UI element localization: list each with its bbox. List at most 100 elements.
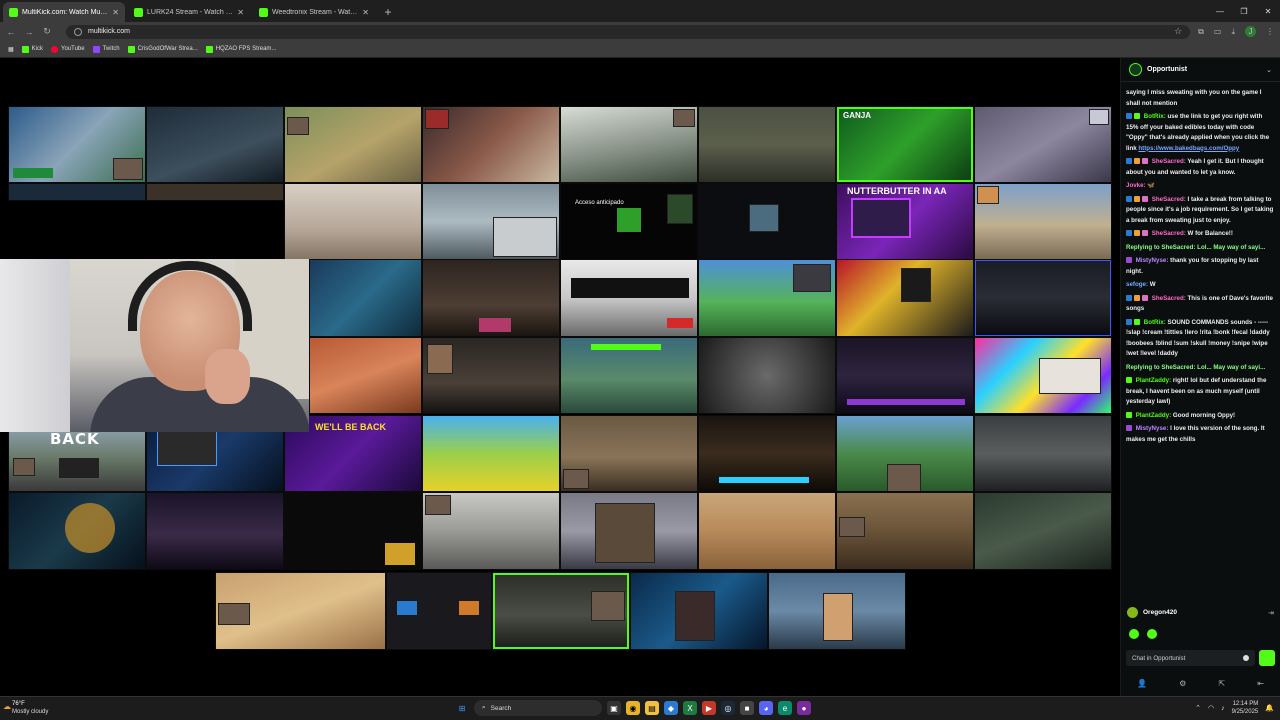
chat-username[interactable]: SheSacred: [1152, 158, 1186, 165]
stream-tile[interactable] [698, 259, 836, 337]
chat-username[interactable]: SheSacred: [1152, 230, 1186, 237]
tab-lurk24[interactable]: LURK24 Stream - Watch Live on ✕ [128, 2, 250, 22]
minimize-icon[interactable]: — [1208, 0, 1232, 22]
stream-tile[interactable] [284, 106, 422, 183]
close-tab-icon[interactable]: ✕ [362, 8, 369, 17]
task-view-icon[interactable]: ▣ [607, 701, 621, 715]
stream-tile[interactable] [560, 337, 698, 414]
chat-username[interactable]: BotRix: [1144, 319, 1166, 326]
stream-tile[interactable] [560, 259, 698, 337]
stream-tile[interactable] [836, 259, 974, 337]
stream-tile[interactable] [492, 572, 630, 650]
file-explorer-icon[interactable]: ▤ [645, 701, 659, 715]
stream-tile[interactable] [836, 415, 974, 492]
chat-username[interactable]: MistyNyse: [1136, 257, 1169, 264]
steam-icon[interactable]: ◎ [721, 701, 735, 715]
stream-tile[interactable] [284, 492, 422, 570]
chat-username[interactable]: BotRix: [1144, 113, 1166, 120]
app-icon[interactable]: ■ [740, 701, 754, 715]
speaker-icon[interactable]: ♪ [1221, 705, 1225, 712]
user-avatar[interactable] [1127, 607, 1138, 618]
bookmark-hqzao[interactable]: HQZAO FPS Stream... [205, 45, 276, 53]
stream-tile[interactable] [422, 415, 560, 492]
bookmark-star-icon[interactable]: ☆ [1174, 26, 1182, 37]
download-icon[interactable]: ⤓ [1231, 27, 1235, 37]
notification-bell-icon[interactable]: 🔔 [1265, 704, 1274, 712]
send-button[interactable] [1259, 650, 1275, 666]
stream-tile[interactable] [974, 106, 1112, 183]
stream-tile[interactable] [974, 259, 1112, 337]
store-icon[interactable]: ◆ [664, 701, 678, 715]
stream-tile[interactable] [422, 106, 560, 183]
tab-weedtronix[interactable]: Weedtronix Stream - Watch Live ✕ [253, 2, 375, 22]
chevron-up-icon[interactable]: ⌃ [1195, 704, 1201, 712]
chat-username[interactable]: Jovke: [1126, 182, 1146, 189]
extensions-icon[interactable]: ⧉ [1198, 27, 1204, 37]
forward-arrow-icon[interactable]: → [24, 27, 34, 37]
sidebar-icon[interactable]: ▭ [1214, 27, 1222, 36]
media-player-icon[interactable]: ▶ [702, 701, 716, 715]
new-tab-button[interactable]: + [379, 3, 397, 21]
weather-cloud-icon[interactable]: ☁ [3, 702, 11, 711]
channel-avatar[interactable] [1129, 63, 1142, 76]
gear-icon[interactable]: ⚙ [1179, 679, 1186, 688]
stream-tile[interactable] [146, 492, 284, 570]
bookmark-kick[interactable]: Kick [21, 45, 43, 53]
stream-tile[interactable] [974, 492, 1112, 570]
stream-tile[interactable] [146, 106, 284, 183]
chat-username[interactable]: PlantZaddy: [1136, 412, 1171, 419]
stream-tile[interactable] [8, 183, 146, 201]
stream-tile[interactable] [974, 337, 1112, 414]
bookmark-twitch[interactable]: Twitch [92, 45, 120, 53]
apps-grid-icon[interactable]: ▦ [8, 46, 14, 53]
stream-tile[interactable] [974, 415, 1112, 492]
stream-tile[interactable] [8, 106, 146, 183]
chat-username[interactable]: SheSacred: [1152, 196, 1186, 203]
reload-icon[interactable]: ↻ [42, 26, 52, 37]
stream-tile[interactable] [8, 492, 146, 570]
stream-tile[interactable] [698, 183, 836, 260]
site-info-icon[interactable] [74, 27, 82, 36]
taskbar-search[interactable]: ⌕ Search [474, 700, 602, 716]
stream-tile[interactable]: NUTTERBUTTER IN AA [836, 183, 974, 260]
stream-tile[interactable] [630, 572, 768, 650]
excel-icon[interactable]: X [683, 701, 697, 715]
stream-tile[interactable] [974, 183, 1112, 260]
chat-link[interactable]: https://www.bakedbags.com/Oppy [1138, 145, 1239, 152]
stream-tile[interactable] [698, 492, 836, 570]
bookmark-youtube[interactable]: YouTube [51, 45, 85, 53]
windows-start-icon[interactable]: ⊞ [455, 701, 469, 715]
profile-avatar[interactable]: J [1245, 26, 1256, 37]
stream-tile[interactable] [560, 106, 698, 183]
stream-tile[interactable] [698, 106, 836, 183]
chat-username[interactable]: SheSacred: [1152, 295, 1186, 302]
close-tab-icon[interactable]: ✕ [112, 8, 119, 17]
stream-tile[interactable] [146, 183, 284, 201]
stream-tile[interactable] [560, 415, 698, 492]
chat-username[interactable]: sefoge: [1126, 281, 1148, 288]
emote-icon[interactable] [1129, 629, 1139, 639]
stream-tile[interactable] [309, 259, 422, 337]
stream-tile[interactable] [422, 183, 560, 260]
stream-tile[interactable] [422, 492, 560, 570]
close-tab-icon[interactable]: ✕ [237, 8, 244, 17]
stream-tile[interactable] [309, 337, 422, 414]
wifi-icon[interactable]: ◠ [1208, 704, 1214, 712]
menu-kebab-icon[interactable]: ⋮ [1266, 27, 1274, 36]
chevron-down-icon[interactable]: ⌄ [1266, 66, 1272, 74]
stream-tile[interactable] [422, 337, 560, 414]
stream-tile[interactable] [215, 572, 386, 650]
stream-tile[interactable] [422, 259, 560, 337]
discord-icon[interactable]: ◕ [759, 701, 773, 715]
tab-multikick[interactable]: MultiKick.com: Watch Multiple ✕ [3, 2, 125, 22]
stream-tile[interactable] [284, 183, 422, 260]
current-username[interactable]: Oregon420 [1143, 609, 1177, 616]
users-icon[interactable]: 👤 [1137, 679, 1147, 688]
obs-icon[interactable]: ● [797, 701, 811, 715]
edge-icon[interactable]: e [778, 701, 792, 715]
chat-username[interactable]: PlantZaddy: [1136, 377, 1171, 384]
popout-icon[interactable]: ⇱ [1218, 679, 1225, 688]
chrome-icon[interactable]: ◉ [626, 701, 640, 715]
stream-tile[interactable]: GANJA [836, 106, 974, 183]
clock[interactable]: 12:14 PM 9/25/2025 [1232, 700, 1259, 716]
